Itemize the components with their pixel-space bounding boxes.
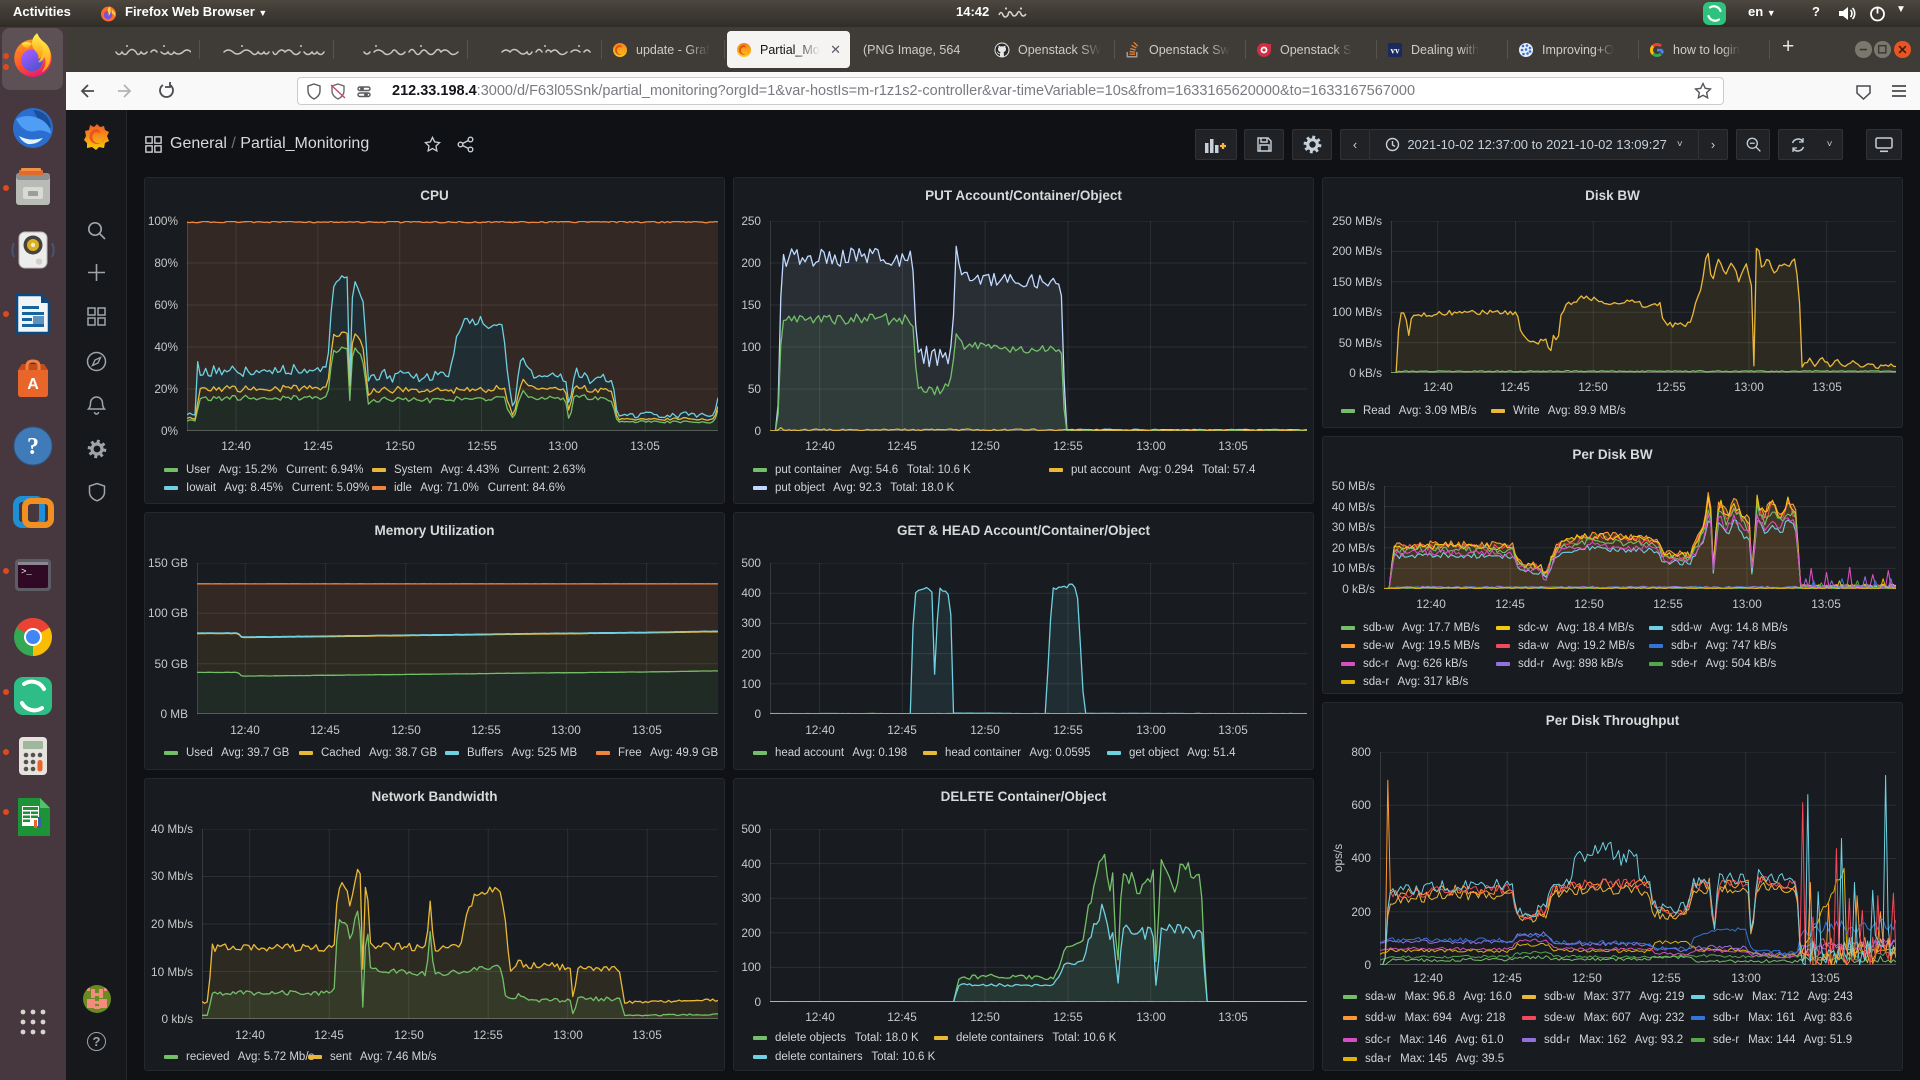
svg-text:>_: >_ [21, 567, 32, 577]
svg-text:A: A [27, 376, 39, 393]
svg-text:vv: vv [1391, 45, 1401, 55]
svg-text:?: ? [27, 434, 39, 460]
